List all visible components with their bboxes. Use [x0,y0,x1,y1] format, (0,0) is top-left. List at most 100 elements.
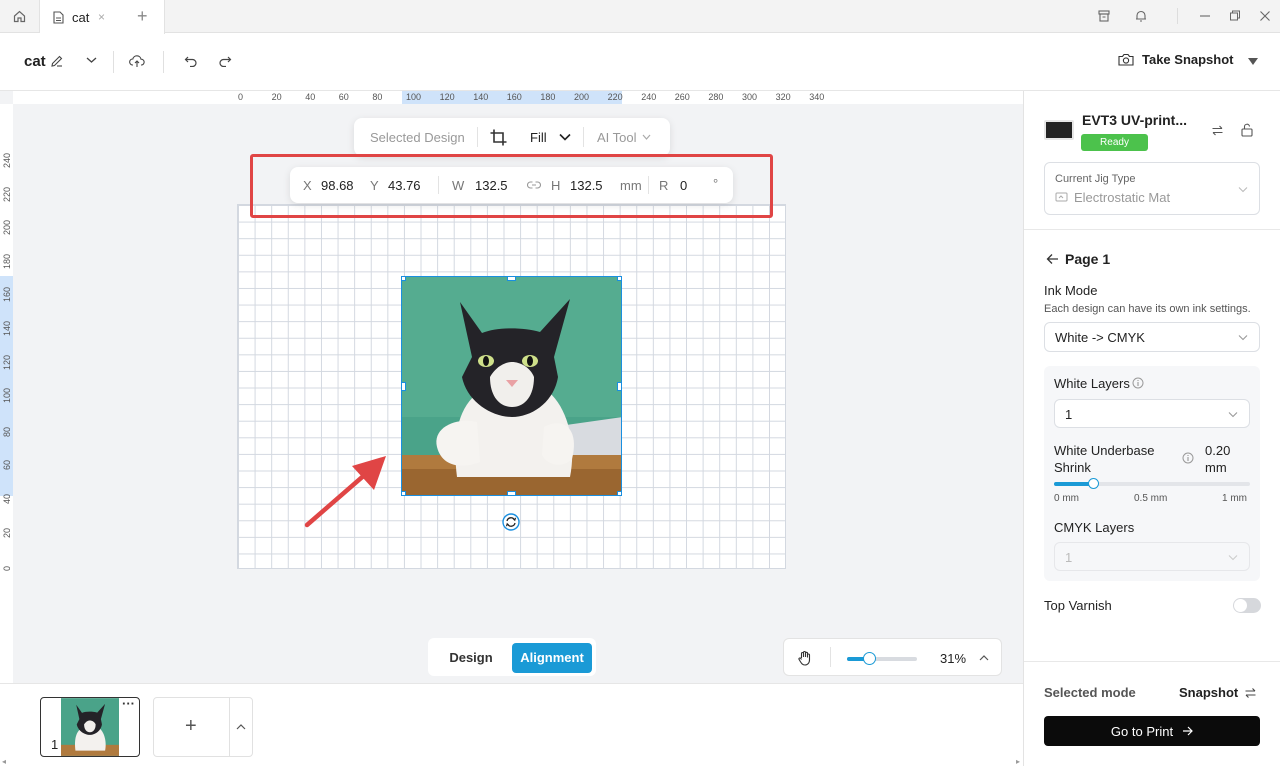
caret-down-icon[interactable] [1248,58,1258,65]
ruler-tick-label: 120 [439,92,455,102]
ruler-tick-label: 80 [2,426,12,437]
mat-icon [1055,192,1068,203]
jig-type-value: Electrostatic Mat [1074,190,1171,205]
ruler-tick-label: 100 [406,92,422,102]
cat-photo [402,277,621,495]
page-more-button[interactable]: ··· [122,698,135,711]
annotation-highlight-box [250,154,773,218]
cloud-upload-icon[interactable] [129,54,145,68]
ruler-tick-label: 220 [607,92,623,102]
resize-handle-left[interactable] [402,382,406,391]
jig-type-label: Current Jig Type [1055,173,1136,185]
hand-pan-icon[interactable] [797,650,813,666]
divider [229,698,230,756]
cmyk-layers-select[interactable]: 1 [1054,542,1250,571]
resize-handle-top[interactable] [507,277,516,281]
scroll-left-arrow[interactable]: ◂ [2,757,6,766]
underbase-slider-thumb[interactable] [1088,478,1100,489]
ruler-tick-label: 0 [238,92,244,102]
close-window-icon[interactable] [1259,9,1271,23]
ruler-tick-label: 40 [305,92,316,102]
white-layers-select[interactable]: 1 [1054,399,1250,428]
close-tab-icon[interactable]: × [98,10,105,24]
device-name: EVT3 UV-print... [1082,112,1188,128]
unlock-icon[interactable] [1240,123,1254,137]
ruler-tick-label: 300 [742,92,758,102]
resize-handle-top-left[interactable] [402,277,406,281]
add-page-button[interactable]: + [153,697,253,757]
ink-mode-select[interactable]: White -> CMYK [1044,322,1260,352]
design-floating-toolbar: Selected Design Fill AI Tool [354,118,670,156]
chevron-up-icon[interactable] [236,723,246,730]
underbase-label-line2: Shrink [1054,460,1091,475]
chevron-down-icon[interactable] [642,134,651,140]
chevron-down-icon[interactable] [559,133,571,141]
jig-type-select[interactable]: Current Jig Type Electrostatic Mat [1044,162,1260,215]
info-icon[interactable] [1132,377,1144,389]
vertical-ruler: 240 220 200 180 160 140 120 100 80 60 40 20 0 [0,104,13,683]
take-snapshot-button[interactable]: Take Snapshot [1118,52,1234,67]
header-toolbar: cat Take Snapshot [0,34,1280,91]
divider [1177,8,1178,24]
page-thumbnails: 1 ··· + [0,683,1023,766]
crop-icon[interactable] [490,129,507,146]
page-thumbnail-1[interactable]: 1 ··· [40,697,140,757]
minimize-icon[interactable] [1199,9,1211,23]
slider-min-label: 0 mm [1054,493,1079,504]
redo-icon[interactable] [218,55,232,67]
divider [830,647,831,667]
slider-max-label: 1 mm [1222,493,1247,504]
chevron-up-icon[interactable] [979,654,989,661]
ruler-tick-label: 160 [506,92,522,102]
ruler-tick-label: 200 [2,220,12,236]
alignment-mode-button[interactable]: Alignment [512,643,592,673]
home-tab[interactable] [0,0,40,33]
white-layers-label: White Layers [1054,376,1130,391]
divider [163,51,164,73]
design-mode-button[interactable]: Design [436,643,506,673]
ruler-tick-label: 60 [2,460,12,471]
fill-dropdown-label[interactable]: Fill [530,130,547,145]
zoom-slider-thumb[interactable] [862,652,876,665]
chevron-down-icon [1228,554,1238,561]
ruler-tick-label: 120 [2,354,12,370]
arrow-right-icon [1182,726,1193,736]
right-panel: EVT3 UV-print... Ready Current Jig Type … [1023,91,1280,766]
bell-icon[interactable] [1134,9,1148,23]
switch-device-icon[interactable] [1211,124,1224,137]
ruler-tick-label: 40 [2,493,12,504]
edit-title-icon[interactable] [50,54,64,68]
design-image-cat[interactable] [401,276,622,496]
document-title: cat [24,53,46,70]
ruler-tick-label: 200 [574,92,590,102]
document-icon [53,10,64,24]
ruler-tick-label: 180 [2,253,12,269]
restore-icon[interactable] [1229,9,1241,23]
divider [583,127,584,147]
archive-icon[interactable] [1097,9,1111,23]
ai-tool-label[interactable]: AI Tool [597,130,637,145]
ink-mode-hint: Each design can have its own ink setting… [1044,303,1251,315]
top-varnish-toggle[interactable] [1233,598,1261,613]
ruler-tick-label: 280 [708,92,724,102]
chevron-down-icon [1238,334,1248,341]
tab-bar: cat × + [0,0,1280,34]
scroll-right-arrow[interactable]: ▸ [1016,757,1020,766]
switch-mode-icon[interactable] [1244,687,1257,699]
ruler-tick-label: 160 [2,287,12,303]
info-icon[interactable] [1182,452,1194,464]
ruler-tick-label: 240 [641,92,657,102]
divider [1024,661,1280,662]
chevron-down-icon[interactable] [86,56,97,64]
divider [113,51,114,73]
undo-icon[interactable] [184,55,198,67]
top-varnish-label: Top Varnish [1044,598,1112,613]
ruler-tick-label: 60 [338,92,349,102]
add-tab-button[interactable]: + [137,7,148,25]
rotate-icon[interactable] [502,513,520,531]
back-arrow-icon[interactable] [1046,253,1059,265]
underbase-value: 0.20 [1205,443,1231,458]
go-to-print-button[interactable]: Go to Print [1044,716,1260,746]
ruler-tick-label: 20 [271,92,282,102]
annotation-arrow [300,452,392,532]
